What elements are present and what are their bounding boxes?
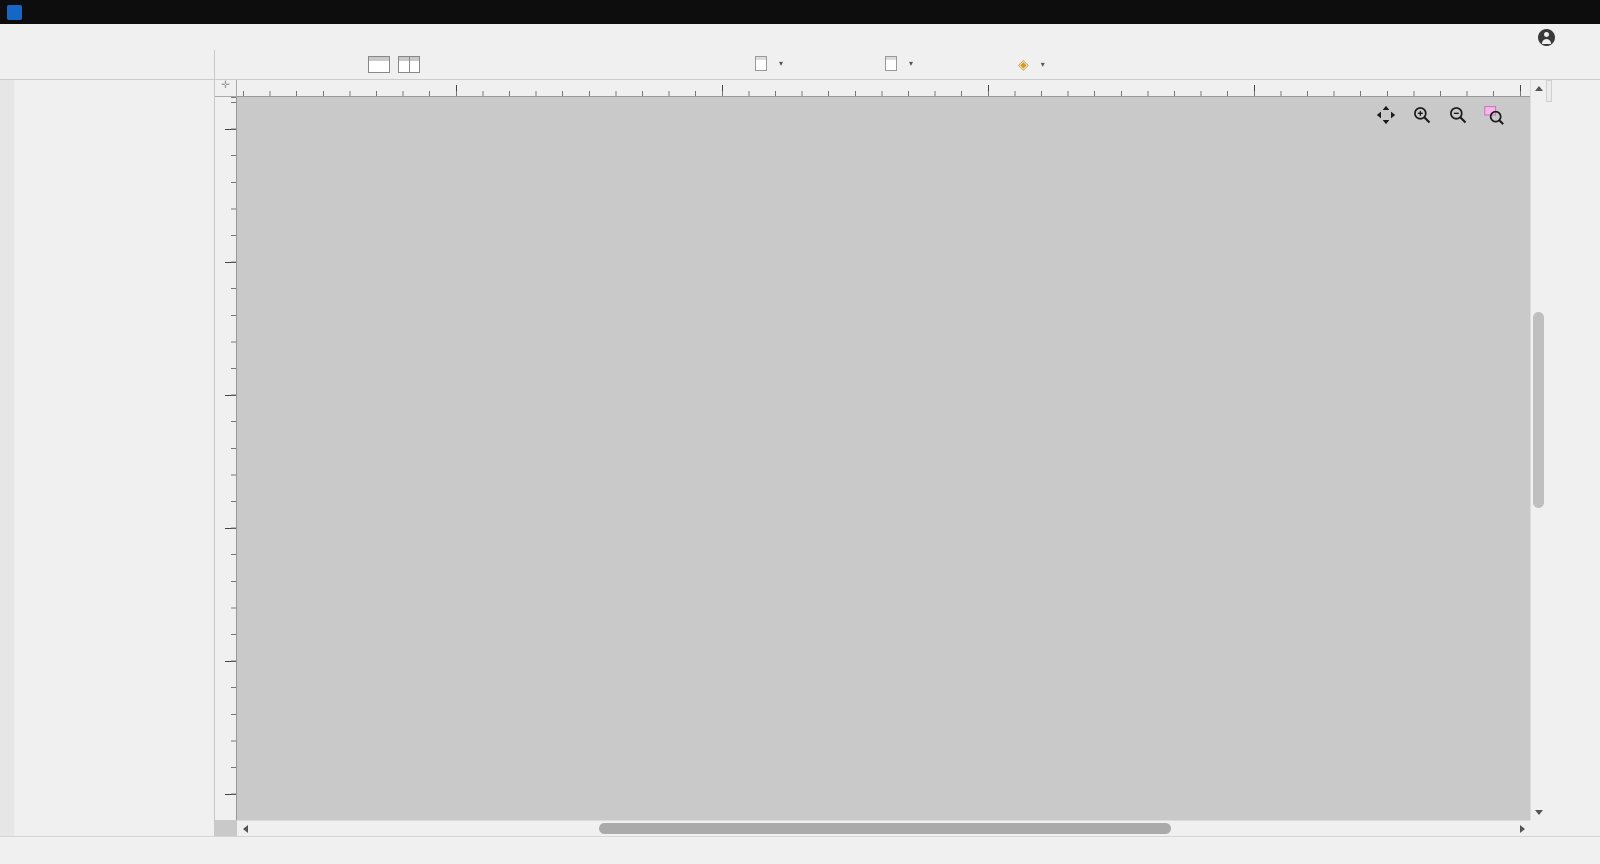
restore-button[interactable] xyxy=(1505,0,1549,24)
horizontal-scrollbar[interactable] xyxy=(237,820,1530,836)
level-icon xyxy=(1018,56,1029,73)
toolbar xyxy=(0,50,1600,80)
menubar-right xyxy=(1538,28,1596,46)
scroll-right-icon[interactable] xyxy=(1514,821,1530,837)
statusbar xyxy=(0,836,1600,864)
main-area xyxy=(0,80,1600,836)
titlebar xyxy=(0,0,1600,24)
position-selector[interactable] xyxy=(885,56,913,71)
zoom-out-icon[interactable] xyxy=(1448,105,1468,125)
scroll-up-icon[interactable] xyxy=(1531,80,1547,96)
page-icon xyxy=(885,56,897,71)
toolpaths-tab[interactable] xyxy=(1546,80,1552,102)
app-icon xyxy=(7,4,22,20)
design-panel-header xyxy=(0,50,215,80)
ruler-origin-icon xyxy=(215,80,237,97)
level-selector[interactable] xyxy=(1018,56,1045,73)
left-tabstrip xyxy=(0,80,14,836)
scroll-left-icon[interactable] xyxy=(237,821,253,837)
zoom-selection-icon[interactable] xyxy=(1484,105,1504,125)
design-panel xyxy=(14,80,215,836)
vertical-scroll-thumb[interactable] xyxy=(1533,312,1544,508)
vertical-scrollbar[interactable] xyxy=(1530,80,1546,820)
scrollbar-corner xyxy=(1530,820,1546,836)
horizontal-scroll-thumb[interactable] xyxy=(599,823,1171,834)
menubar xyxy=(0,24,1600,50)
sheet-layout-icons xyxy=(368,56,420,73)
sheet-selector[interactable] xyxy=(755,56,783,71)
ruler-horizontal xyxy=(237,80,1530,97)
pan-view-icon[interactable] xyxy=(1376,105,1396,125)
ruler-vertical xyxy=(215,97,237,820)
zoom-in-icon[interactable] xyxy=(1412,105,1432,125)
tool-sections xyxy=(14,80,214,84)
close-button[interactable] xyxy=(1556,0,1600,24)
vcarve-window xyxy=(0,0,1600,864)
sheet-icon xyxy=(755,56,767,71)
drawing-viewport[interactable] xyxy=(237,97,1530,820)
right-tabstrip xyxy=(1546,80,1600,836)
minimize-button[interactable] xyxy=(1454,0,1498,24)
two-sheet-view-icon[interactable] xyxy=(398,56,420,73)
canvas-zoom-tools xyxy=(1376,105,1504,125)
canvas-area xyxy=(215,80,1546,836)
scroll-down-icon[interactable] xyxy=(1531,804,1547,820)
single-sheet-view-icon[interactable] xyxy=(368,56,390,73)
account-icon xyxy=(1538,28,1555,46)
vector-drawing[interactable] xyxy=(237,97,1530,820)
